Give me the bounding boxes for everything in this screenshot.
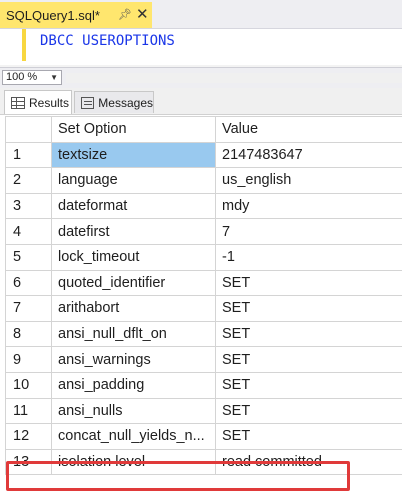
- document-tab-strip: SQLQuery1.sql* 📌︎ ✕: [0, 0, 402, 29]
- messages-icon: [81, 96, 95, 109]
- tab-messages[interactable]: Messages: [74, 91, 154, 113]
- row-number[interactable]: 12: [5, 423, 52, 450]
- table-row[interactable]: 12 concat_null_yields_n... SET: [5, 423, 402, 450]
- query-editor[interactable]: DBCC USEROPTIONS: [0, 29, 402, 71]
- pin-icon[interactable]: 📌︎: [118, 8, 132, 21]
- table-row[interactable]: 5 lock_timeout -1: [5, 243, 402, 271]
- row-number[interactable]: 3: [5, 192, 52, 220]
- table-row[interactable]: 10 ansi_padding SET: [5, 371, 402, 399]
- value-cell[interactable]: SET: [215, 423, 402, 450]
- results-horizontal-scrollbar[interactable]: [66, 73, 402, 83]
- value-cell[interactable]: read committed: [215, 448, 402, 476]
- value-cell[interactable]: 2147483647: [215, 141, 402, 169]
- query-document-tab[interactable]: SQLQuery1.sql* 📌︎ ✕: [0, 2, 152, 28]
- tab-results[interactable]: Results: [4, 90, 72, 114]
- table-row[interactable]: 4 datefirst 7: [5, 218, 402, 245]
- row-number[interactable]: 10: [5, 371, 52, 399]
- document-tab-title: SQLQuery1.sql*: [6, 7, 100, 23]
- set-option-cell[interactable]: isolation level: [51, 448, 216, 476]
- value-cell[interactable]: us_english: [215, 167, 402, 194]
- close-icon[interactable]: ✕: [136, 5, 149, 23]
- row-number[interactable]: 11: [5, 397, 52, 425]
- set-option-cell[interactable]: datefirst: [51, 218, 216, 245]
- set-option-cell[interactable]: ansi_padding: [51, 371, 216, 399]
- table-row[interactable]: 9 ansi_warnings SET: [5, 346, 402, 373]
- value-cell[interactable]: SET: [215, 269, 402, 297]
- column-header-value[interactable]: Value: [215, 116, 402, 143]
- change-marker: [22, 29, 26, 61]
- value-cell[interactable]: SET: [215, 320, 402, 348]
- row-number[interactable]: 8: [5, 320, 52, 348]
- value-cell[interactable]: SET: [215, 346, 402, 373]
- set-option-cell[interactable]: ansi_warnings: [51, 346, 216, 373]
- grid-header-row: Set Option Value: [5, 116, 402, 143]
- row-number[interactable]: 13: [5, 448, 52, 476]
- row-number[interactable]: 5: [5, 243, 52, 271]
- value-cell[interactable]: mdy: [215, 192, 402, 220]
- value-cell[interactable]: 7: [215, 218, 402, 245]
- set-option-cell[interactable]: dateformat: [51, 192, 216, 220]
- set-option-cell[interactable]: ansi_nulls: [51, 397, 216, 425]
- table-row[interactable]: 11 ansi_nulls SET: [5, 397, 402, 425]
- tab-messages-label: Messages: [98, 95, 153, 110]
- zoom-value: 100 %: [6, 71, 38, 83]
- set-option-cell[interactable]: language: [51, 167, 216, 194]
- set-option-cell[interactable]: quoted_identifier: [51, 269, 216, 297]
- results-grid[interactable]: Set Option Value 1 textsize 2147483647 2…: [5, 116, 402, 476]
- value-cell[interactable]: SET: [215, 371, 402, 399]
- set-option-cell[interactable]: arithabort: [51, 295, 216, 322]
- row-number[interactable]: 2: [5, 167, 52, 194]
- table-row[interactable]: 6 quoted_identifier SET: [5, 269, 402, 297]
- table-row[interactable]: 2 language us_english: [5, 167, 402, 194]
- row-number[interactable]: 7: [5, 295, 52, 322]
- table-row[interactable]: 13 isolation level read committed: [5, 448, 402, 476]
- row-number[interactable]: 4: [5, 218, 52, 245]
- set-option-cell[interactable]: textsize: [51, 141, 216, 169]
- set-option-cell[interactable]: lock_timeout: [51, 243, 216, 271]
- zoom-select[interactable]: 100 % ▼: [2, 70, 62, 85]
- row-number[interactable]: 9: [5, 346, 52, 373]
- chevron-down-icon[interactable]: ▼: [50, 71, 58, 84]
- row-number-header[interactable]: [5, 116, 52, 143]
- value-cell[interactable]: -1: [215, 243, 402, 271]
- tab-results-label: Results: [29, 95, 70, 110]
- value-cell[interactable]: SET: [215, 295, 402, 322]
- table-row[interactable]: 8 ansi_null_dflt_on SET: [5, 320, 402, 348]
- table-row[interactable]: 7 arithabort SET: [5, 295, 402, 322]
- value-cell[interactable]: SET: [215, 397, 402, 425]
- results-tab-bar: Results Messages: [0, 88, 402, 115]
- set-option-cell[interactable]: concat_null_yields_n...: [51, 423, 216, 450]
- table-row[interactable]: 1 textsize 2147483647: [5, 141, 402, 169]
- grid-icon: [11, 96, 25, 109]
- query-text[interactable]: DBCC USEROPTIONS: [40, 33, 175, 49]
- set-option-cell[interactable]: ansi_null_dflt_on: [51, 320, 216, 348]
- table-row[interactable]: 3 dateformat mdy: [5, 192, 402, 220]
- column-header-set-option[interactable]: Set Option: [51, 116, 216, 143]
- row-number[interactable]: 6: [5, 269, 52, 297]
- row-number[interactable]: 1: [5, 141, 52, 169]
- zoom-bar: 100 % ▼: [0, 67, 402, 89]
